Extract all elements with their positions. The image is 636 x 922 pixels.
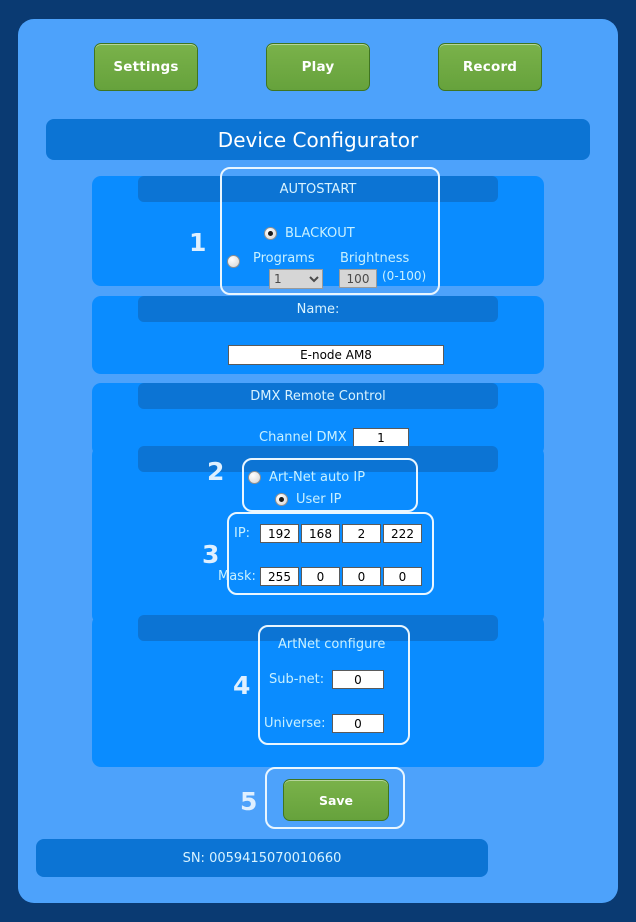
universe-input[interactable]	[332, 714, 384, 733]
record-button[interactable]: Record	[438, 43, 542, 91]
blackout-label: BLACKOUT	[285, 226, 355, 241]
name-section: Name:	[92, 296, 544, 374]
user-ip-radio[interactable]	[275, 493, 288, 506]
userip-option-row[interactable]: User IP	[275, 492, 341, 507]
programs-select[interactable]: 1	[269, 269, 323, 289]
record-button-label: Record	[462, 59, 518, 75]
serial-number-bar: SN: 0059415070010660	[36, 839, 488, 877]
serial-number-text: SN: 0059415070010660	[182, 850, 342, 866]
ip-octet-2-input[interactable]	[301, 524, 340, 543]
device-name-input[interactable]	[228, 345, 444, 365]
name-header-label: Name:	[296, 301, 340, 317]
blackout-option-row[interactable]: BLACKOUT	[264, 226, 355, 241]
dmx-channel-label: Channel DMX	[259, 430, 347, 445]
app-panel: Settings Play Record Device Configurator…	[18, 19, 618, 903]
artnet-auto-ip-radio[interactable]	[248, 471, 261, 484]
mask-octet-1-input[interactable]	[260, 567, 299, 586]
callout-1-text: 1	[189, 228, 207, 257]
callout-4-text: 4	[233, 671, 251, 700]
settings-button[interactable]: Settings	[94, 43, 198, 91]
brightness-input[interactable]	[339, 269, 377, 288]
mask-label: Mask:	[218, 569, 256, 584]
page-title-text: Device Configurator	[217, 127, 419, 152]
programs-label: Programs	[253, 251, 315, 266]
callout-number-2: 2	[207, 459, 224, 484]
mask-octet-4-input[interactable]	[383, 567, 422, 586]
universe-label: Universe:	[264, 716, 326, 731]
programs-radio[interactable]	[227, 255, 240, 268]
page-title: Device Configurator	[46, 119, 590, 160]
brightness-label: Brightness	[340, 251, 410, 266]
dmx-header: DMX Remote Control	[138, 383, 498, 409]
brightness-range-hint: (0-100)	[382, 269, 427, 283]
network-header	[138, 446, 498, 472]
user-ip-label: User IP	[296, 492, 342, 507]
artnet-section: 4 ArtNet configure Sub-net: Universe:	[92, 615, 544, 767]
callout-number-5: 5	[240, 789, 257, 814]
network-section: 2 Art-Net auto IP User IP 3 IP: 192 168 …	[92, 446, 544, 624]
artnet-configure-label: ArtNet configure	[278, 637, 386, 652]
mask-octet-3-input[interactable]	[342, 567, 381, 586]
blackout-radio[interactable]	[264, 227, 277, 240]
callout-number-3: 3	[202, 542, 219, 567]
play-button-label: Play	[301, 59, 335, 75]
callout-3-text: 3	[202, 540, 220, 569]
ip-octet-3-input[interactable]	[342, 524, 381, 543]
mask-octet-2-input[interactable]	[301, 567, 340, 586]
play-button[interactable]: Play	[266, 43, 370, 91]
autostart-section: AUTOSTART 1 BLACKOUT Programs Brightness…	[92, 167, 544, 295]
save-button-label: Save	[318, 792, 354, 808]
artnet-auto-ip-label: Art-Net auto IP	[269, 470, 366, 485]
top-toolbar: Settings Play Record	[18, 43, 618, 91]
settings-button-label: Settings	[113, 59, 179, 75]
app-root: Settings Play Record Device Configurator…	[0, 0, 636, 922]
autostart-header: AUTOSTART	[138, 176, 498, 202]
subnet-input[interactable]	[332, 670, 384, 689]
autostart-header-label: AUTOSTART	[279, 181, 357, 197]
callout-2-text: 2	[207, 457, 225, 486]
callout-number-4: 4	[233, 673, 250, 698]
dmx-channel-input[interactable]	[353, 428, 409, 447]
ip-label: IP:	[234, 526, 251, 541]
save-button[interactable]: Save	[283, 779, 389, 821]
dmx-header-label: DMX Remote Control	[250, 388, 386, 404]
callout-number-1: 1	[189, 230, 206, 255]
save-section: 5 Save	[92, 767, 544, 829]
name-header: Name:	[138, 296, 498, 322]
subnet-label: Sub-net:	[269, 672, 325, 687]
autoip-option-row[interactable]: Art-Net auto IP	[248, 470, 365, 485]
ip-octet-4-input[interactable]	[383, 524, 422, 543]
callout-5-text: 5	[240, 787, 258, 816]
ip-octet-1-input[interactable]	[260, 524, 299, 543]
